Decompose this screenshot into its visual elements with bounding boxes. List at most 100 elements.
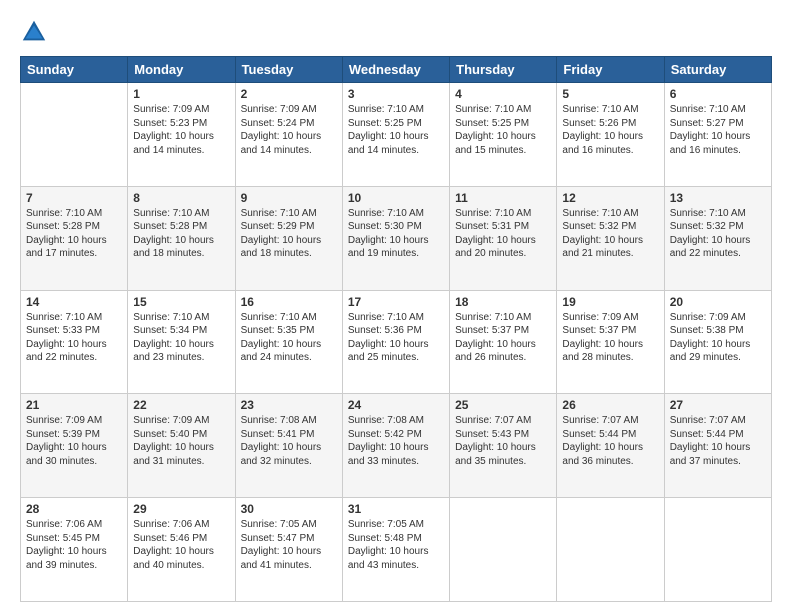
day-info: Sunrise: 7:10 AM Sunset: 5:35 PM Dayligh… <box>241 311 337 365</box>
day-number: 3 <box>348 87 444 101</box>
day-number: 18 <box>455 295 551 309</box>
calendar-cell: 6 Sunrise: 7:10 AM Sunset: 5:27 PM Daylig… <box>664 83 771 187</box>
calendar-cell: 18Sunrise: 7:10 AM Sunset: 5:37 PM Dayli… <box>450 290 557 394</box>
calendar-week-row: 1 Sunrise: 7:09 AM Sunset: 5:23 PM Daylig… <box>21 83 772 187</box>
day-info: Sunrise: 7:10 AM Sunset: 5:31 PM Dayligh… <box>455 207 551 261</box>
calendar-cell <box>450 498 557 602</box>
day-number: 9 <box>241 191 337 205</box>
calendar-cell: 15 Sunrise: 7:10 AM Sunset: 5:34 PM Dayli… <box>128 290 235 394</box>
calendar-cell: 4 Sunrise: 7:10 AM Sunset: 5:25 PM Daylig… <box>450 83 557 187</box>
calendar-cell: 3 Sunrise: 7:10 AM Sunset: 5:25 PM Daylig… <box>342 83 449 187</box>
day-info: Sunrise: 7:10 AM Sunset: 5:28 PM Dayligh… <box>26 207 122 261</box>
calendar-cell: 14Sunrise: 7:10 AM Sunset: 5:33 PM Dayli… <box>21 290 128 394</box>
day-number: 29 <box>133 502 229 516</box>
calendar-cell: 2Sunrise: 7:09 AM Sunset: 5:24 PM Daylig… <box>235 83 342 187</box>
calendar-cell: 19 Sunrise: 7:09 AM Sunset: 5:37 PM Dayli… <box>557 290 664 394</box>
calendar-cell: 12 Sunrise: 7:10 AM Sunset: 5:32 PM Dayli… <box>557 186 664 290</box>
day-info: Sunrise: 7:05 AM Sunset: 5:47 PM Dayligh… <box>241 518 337 572</box>
day-info: Sunrise: 7:09 AM Sunset: 5:39 PM Dayligh… <box>26 414 122 468</box>
weekday-header-saturday: Saturday <box>664 57 771 83</box>
calendar-cell: 7Sunrise: 7:10 AM Sunset: 5:28 PM Daylig… <box>21 186 128 290</box>
day-number: 20 <box>670 295 766 309</box>
calendar-cell: 10 Sunrise: 7:10 AM Sunset: 5:30 PM Dayli… <box>342 186 449 290</box>
day-number: 5 <box>562 87 658 101</box>
calendar-cell <box>664 498 771 602</box>
day-number: 11 <box>455 191 551 205</box>
calendar-week-row: 21 Sunrise: 7:09 AM Sunset: 5:39 PM Dayli… <box>21 394 772 498</box>
day-number: 10 <box>348 191 444 205</box>
day-number: 24 <box>348 398 444 412</box>
day-info: Sunrise: 7:10 AM Sunset: 5:27 PM Dayligh… <box>670 103 766 157</box>
weekday-header-friday: Friday <box>557 57 664 83</box>
day-info: Sunrise: 7:10 AM Sunset: 5:29 PM Dayligh… <box>241 207 337 261</box>
calendar-cell: 26 Sunrise: 7:07 AM Sunset: 5:44 PM Dayli… <box>557 394 664 498</box>
day-info: Sunrise: 7:07 AM Sunset: 5:44 PM Dayligh… <box>562 414 658 468</box>
day-info: Sunrise: 7:09 AM Sunset: 5:40 PM Dayligh… <box>133 414 229 468</box>
day-number: 26 <box>562 398 658 412</box>
weekday-header-tuesday: Tuesday <box>235 57 342 83</box>
day-info: Sunrise: 7:09 AM Sunset: 5:38 PM Dayligh… <box>670 311 766 365</box>
calendar-cell: 11 Sunrise: 7:10 AM Sunset: 5:31 PM Dayli… <box>450 186 557 290</box>
calendar-cell: 23 Sunrise: 7:08 AM Sunset: 5:41 PM Dayli… <box>235 394 342 498</box>
calendar-cell: 30 Sunrise: 7:05 AM Sunset: 5:47 PM Dayli… <box>235 498 342 602</box>
day-number: 4 <box>455 87 551 101</box>
weekday-header-row: SundayMondayTuesdayWednesdayThursdayFrid… <box>21 57 772 83</box>
day-info: Sunrise: 7:05 AM Sunset: 5:48 PM Dayligh… <box>348 518 444 572</box>
day-info: Sunrise: 7:10 AM Sunset: 5:36 PM Dayligh… <box>348 311 444 365</box>
day-info: Sunrise: 7:09 AM Sunset: 5:37 PM Dayligh… <box>562 311 658 365</box>
day-info: Sunrise: 7:10 AM Sunset: 5:32 PM Dayligh… <box>670 207 766 261</box>
day-number: 14 <box>26 295 122 309</box>
weekday-header-sunday: Sunday <box>21 57 128 83</box>
calendar-table: SundayMondayTuesdayWednesdayThursdayFrid… <box>20 56 772 602</box>
day-number: 1 <box>133 87 229 101</box>
day-number: 12 <box>562 191 658 205</box>
calendar-cell <box>21 83 128 187</box>
day-number: 6 <box>670 87 766 101</box>
calendar-cell: 13 Sunrise: 7:10 AM Sunset: 5:32 PM Dayli… <box>664 186 771 290</box>
day-info: Sunrise: 7:10 AM Sunset: 5:25 PM Dayligh… <box>455 103 551 157</box>
day-number: 19 <box>562 295 658 309</box>
day-number: 25 <box>455 398 551 412</box>
weekday-header-monday: Monday <box>128 57 235 83</box>
calendar-cell: 25Sunrise: 7:07 AM Sunset: 5:43 PM Dayli… <box>450 394 557 498</box>
calendar-cell <box>557 498 664 602</box>
calendar-week-row: 7Sunrise: 7:10 AM Sunset: 5:28 PM Daylig… <box>21 186 772 290</box>
day-info: Sunrise: 7:10 AM Sunset: 5:26 PM Dayligh… <box>562 103 658 157</box>
logo <box>20 18 52 46</box>
calendar-cell: 5 Sunrise: 7:10 AM Sunset: 5:26 PM Daylig… <box>557 83 664 187</box>
day-number: 13 <box>670 191 766 205</box>
day-number: 21 <box>26 398 122 412</box>
calendar-cell: 29 Sunrise: 7:06 AM Sunset: 5:46 PM Dayli… <box>128 498 235 602</box>
day-info: Sunrise: 7:10 AM Sunset: 5:34 PM Dayligh… <box>133 311 229 365</box>
header <box>20 18 772 46</box>
calendar-cell: 9 Sunrise: 7:10 AM Sunset: 5:29 PM Daylig… <box>235 186 342 290</box>
calendar-cell: 1 Sunrise: 7:09 AM Sunset: 5:23 PM Daylig… <box>128 83 235 187</box>
day-info: Sunrise: 7:06 AM Sunset: 5:45 PM Dayligh… <box>26 518 122 572</box>
day-number: 8 <box>133 191 229 205</box>
calendar-cell: 28Sunrise: 7:06 AM Sunset: 5:45 PM Dayli… <box>21 498 128 602</box>
calendar-cell: 21 Sunrise: 7:09 AM Sunset: 5:39 PM Dayli… <box>21 394 128 498</box>
calendar-week-row: 28Sunrise: 7:06 AM Sunset: 5:45 PM Dayli… <box>21 498 772 602</box>
logo-icon <box>20 18 48 46</box>
day-info: Sunrise: 7:10 AM Sunset: 5:30 PM Dayligh… <box>348 207 444 261</box>
day-number: 15 <box>133 295 229 309</box>
day-info: Sunrise: 7:08 AM Sunset: 5:41 PM Dayligh… <box>241 414 337 468</box>
day-info: Sunrise: 7:10 AM Sunset: 5:32 PM Dayligh… <box>562 207 658 261</box>
day-number: 23 <box>241 398 337 412</box>
weekday-header-wednesday: Wednesday <box>342 57 449 83</box>
calendar-cell: 31 Sunrise: 7:05 AM Sunset: 5:48 PM Dayli… <box>342 498 449 602</box>
day-number: 2 <box>241 87 337 101</box>
day-number: 30 <box>241 502 337 516</box>
day-number: 17 <box>348 295 444 309</box>
calendar-cell: 8 Sunrise: 7:10 AM Sunset: 5:28 PM Daylig… <box>128 186 235 290</box>
day-number: 22 <box>133 398 229 412</box>
weekday-header-thursday: Thursday <box>450 57 557 83</box>
day-number: 31 <box>348 502 444 516</box>
calendar-cell: 17 Sunrise: 7:10 AM Sunset: 5:36 PM Dayli… <box>342 290 449 394</box>
day-info: Sunrise: 7:09 AM Sunset: 5:23 PM Dayligh… <box>133 103 229 157</box>
calendar-cell: 20 Sunrise: 7:09 AM Sunset: 5:38 PM Dayli… <box>664 290 771 394</box>
day-info: Sunrise: 7:10 AM Sunset: 5:25 PM Dayligh… <box>348 103 444 157</box>
day-info: Sunrise: 7:10 AM Sunset: 5:28 PM Dayligh… <box>133 207 229 261</box>
day-info: Sunrise: 7:08 AM Sunset: 5:42 PM Dayligh… <box>348 414 444 468</box>
day-info: Sunrise: 7:06 AM Sunset: 5:46 PM Dayligh… <box>133 518 229 572</box>
